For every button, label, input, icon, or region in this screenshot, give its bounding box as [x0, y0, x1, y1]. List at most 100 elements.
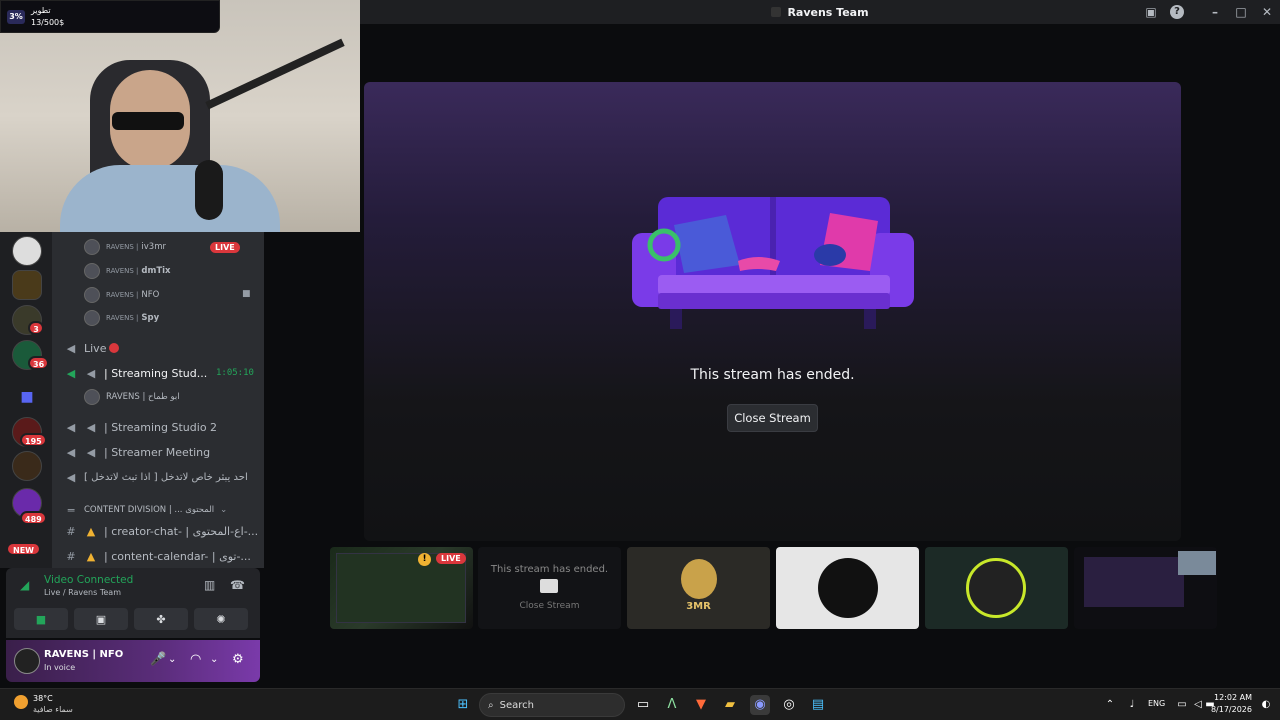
participant-tile-3mr[interactable]: 3MR	[627, 547, 770, 629]
channel-label: | content-calendar- | توى-...	[104, 549, 251, 563]
donation-goal: 3% تطوير 13/500$	[0, 0, 220, 33]
disconnect-icon[interactable]: ☎	[230, 578, 245, 592]
speaker-icon: ◀	[66, 341, 76, 355]
channel-live[interactable]: ◀ Live	[64, 338, 120, 358]
channel-streaming-studio[interactable]: ◀ ◀ | Streaming Stud...	[64, 363, 207, 383]
chevron-up-icon[interactable]: ⌃	[1100, 695, 1120, 715]
participant-tile-ended[interactable]: This stream has ended. Close Stream	[478, 547, 621, 629]
close-stream-button[interactable]: Close Stream	[727, 404, 818, 432]
username: RAVENS | NFO	[44, 649, 124, 660]
inbox-icon[interactable]: ▣	[1144, 5, 1158, 19]
microphone-icon[interactable]: 🎤	[150, 652, 166, 667]
goal-title: تطوير	[31, 6, 51, 15]
server-icon[interactable]	[12, 236, 42, 266]
discord-icon[interactable]: ◉	[750, 695, 770, 715]
tile-label: 3MR	[686, 601, 711, 612]
speaker-icon: ◀	[66, 470, 76, 484]
voice-member[interactable]: RAVENS | NFO	[84, 285, 159, 305]
gear-icon[interactable]: ⚙	[232, 652, 244, 667]
screenshare-button[interactable]: ▣	[74, 608, 128, 630]
participant-tile-avatar-3[interactable]	[925, 547, 1068, 629]
speaker-icon: ◀	[86, 366, 96, 380]
chrome-icon[interactable]: ◎	[779, 695, 799, 715]
monitor-icon	[540, 579, 558, 593]
channel-label: Live	[84, 341, 107, 355]
member-name: dmTix	[141, 266, 171, 276]
camera-button[interactable]: ■	[14, 608, 68, 630]
avatar	[84, 287, 100, 303]
channel-streaming-studio-2[interactable]: ◀ ◀ | Streaming Studio 2	[64, 417, 217, 437]
chevron-down-icon[interactable]: ⌄	[210, 654, 218, 665]
avatar[interactable]	[14, 648, 40, 674]
member-name: Spy	[141, 313, 160, 323]
minimize-button[interactable]: –	[1208, 5, 1222, 19]
folder-icon[interactable]: ■	[12, 382, 42, 412]
member-name: iv3mr	[141, 242, 166, 252]
user-panel: RAVENS | NFO In voice 🎤 ⌄ ◠ ⌄ ⚙	[6, 640, 260, 682]
live-badge: LIVE	[210, 242, 240, 253]
hash-icon: #	[66, 549, 76, 563]
help-icon[interactable]: ?	[1170, 5, 1184, 19]
voice-member[interactable]: RAVENS | Spy	[84, 308, 159, 328]
webcam-overlay	[0, 0, 360, 232]
server-icon	[771, 7, 782, 17]
voice-member[interactable]: RAVENS | ابو طماح	[84, 387, 180, 407]
soundboard-icon[interactable]: ▥	[204, 578, 215, 592]
activities-button[interactable]: ✤	[134, 608, 188, 630]
chevron-down-icon[interactable]: ⌄	[168, 654, 176, 665]
channel-label: [ احد يبثر خاص لاتدخل [ اذا تبث لاتدخل	[84, 471, 248, 483]
windows-start-icon[interactable]: ⊞	[453, 695, 473, 715]
category-label: CONTENT DIVISION | ... المحتوى	[84, 505, 215, 515]
lock-icon: ▲	[86, 524, 96, 538]
stream-ended-message: This stream has ended.	[690, 367, 855, 383]
microphone-tray-icon[interactable]: ♩	[1122, 695, 1142, 715]
channel-creator-chat[interactable]: # ▲ | creator-chat- | اع-المحتوى-...	[64, 521, 258, 541]
goal-percent: 3%	[7, 10, 25, 24]
signal-icon: ◢	[20, 578, 30, 592]
close-window-button[interactable]: ✕	[1260, 5, 1274, 19]
avatar	[966, 558, 1026, 618]
channel-private[interactable]: ◀ [ احد يبثر خاص لاتدخل [ اذا تبث لاتدخل	[64, 467, 248, 487]
server-icon[interactable]	[12, 270, 42, 300]
member-tag: RAVENS |	[106, 314, 139, 322]
clock-date[interactable]: 8/17/2026	[1210, 705, 1252, 714]
member-name: NFO	[141, 290, 160, 300]
maximize-button[interactable]: □	[1234, 5, 1248, 19]
stream-timer: 1:05:10	[216, 368, 254, 378]
user-status: In voice	[44, 663, 76, 672]
task-view-icon[interactable]: ▭	[633, 695, 653, 715]
file-explorer-icon[interactable]: ▰	[720, 695, 740, 715]
speaker-icon: ◀	[86, 445, 96, 459]
headphones-icon[interactable]: ◠	[190, 652, 201, 667]
goal-amount: 13/500$	[31, 18, 65, 27]
channel-streamer-meeting[interactable]: ◀ ◀ | Streamer Meeting	[64, 442, 210, 462]
participant-tile-screenshare[interactable]: ! LIVE	[330, 547, 473, 629]
channel-content-calendar[interactable]: # ▲ | content-calendar- | توى-...	[64, 546, 251, 566]
voice-status-title: Video Connected	[44, 574, 134, 586]
avatar	[681, 559, 717, 599]
participant-tile-avatar-2[interactable]	[776, 547, 919, 629]
clock-time[interactable]: 12:02 AM	[1214, 693, 1252, 702]
hash-icon: #	[66, 524, 76, 538]
voice-member[interactable]: RAVENS | iv3mr	[84, 237, 166, 257]
taskbar-search[interactable]: ⌕ Search	[479, 693, 625, 717]
member-tag: RAVENS |	[106, 291, 139, 299]
category-content-division[interactable]: ═ CONTENT DIVISION | ... المحتوى ⌄	[64, 500, 228, 520]
tile-close-text: Close Stream	[519, 601, 580, 611]
voice-status-subtitle: Live / Ravens Team	[44, 588, 121, 597]
language-indicator[interactable]: ENG	[1148, 699, 1165, 708]
soundboard-button[interactable]: ✺	[194, 608, 248, 630]
server-icon[interactable]	[12, 451, 42, 481]
member-tag: RAVENS |	[106, 267, 139, 275]
screen: Ravens Team ▣ ? – □ ✕ This stream has en…	[0, 0, 1280, 720]
voice-member[interactable]: RAVENS | dmTix	[84, 261, 171, 281]
mention-badge: 3	[28, 321, 44, 335]
speaker-icon: ◀	[86, 420, 96, 434]
app-lambda-icon[interactable]: Λ	[662, 695, 682, 715]
notepad-icon[interactable]: ▤	[808, 695, 828, 715]
couch-illustration	[632, 197, 914, 329]
weather-temp: 38°C	[33, 694, 53, 703]
brave-icon[interactable]: ▼	[691, 695, 711, 715]
participant-tile-screen[interactable]	[1074, 547, 1217, 629]
notification-icon[interactable]: ◐	[1256, 695, 1276, 715]
